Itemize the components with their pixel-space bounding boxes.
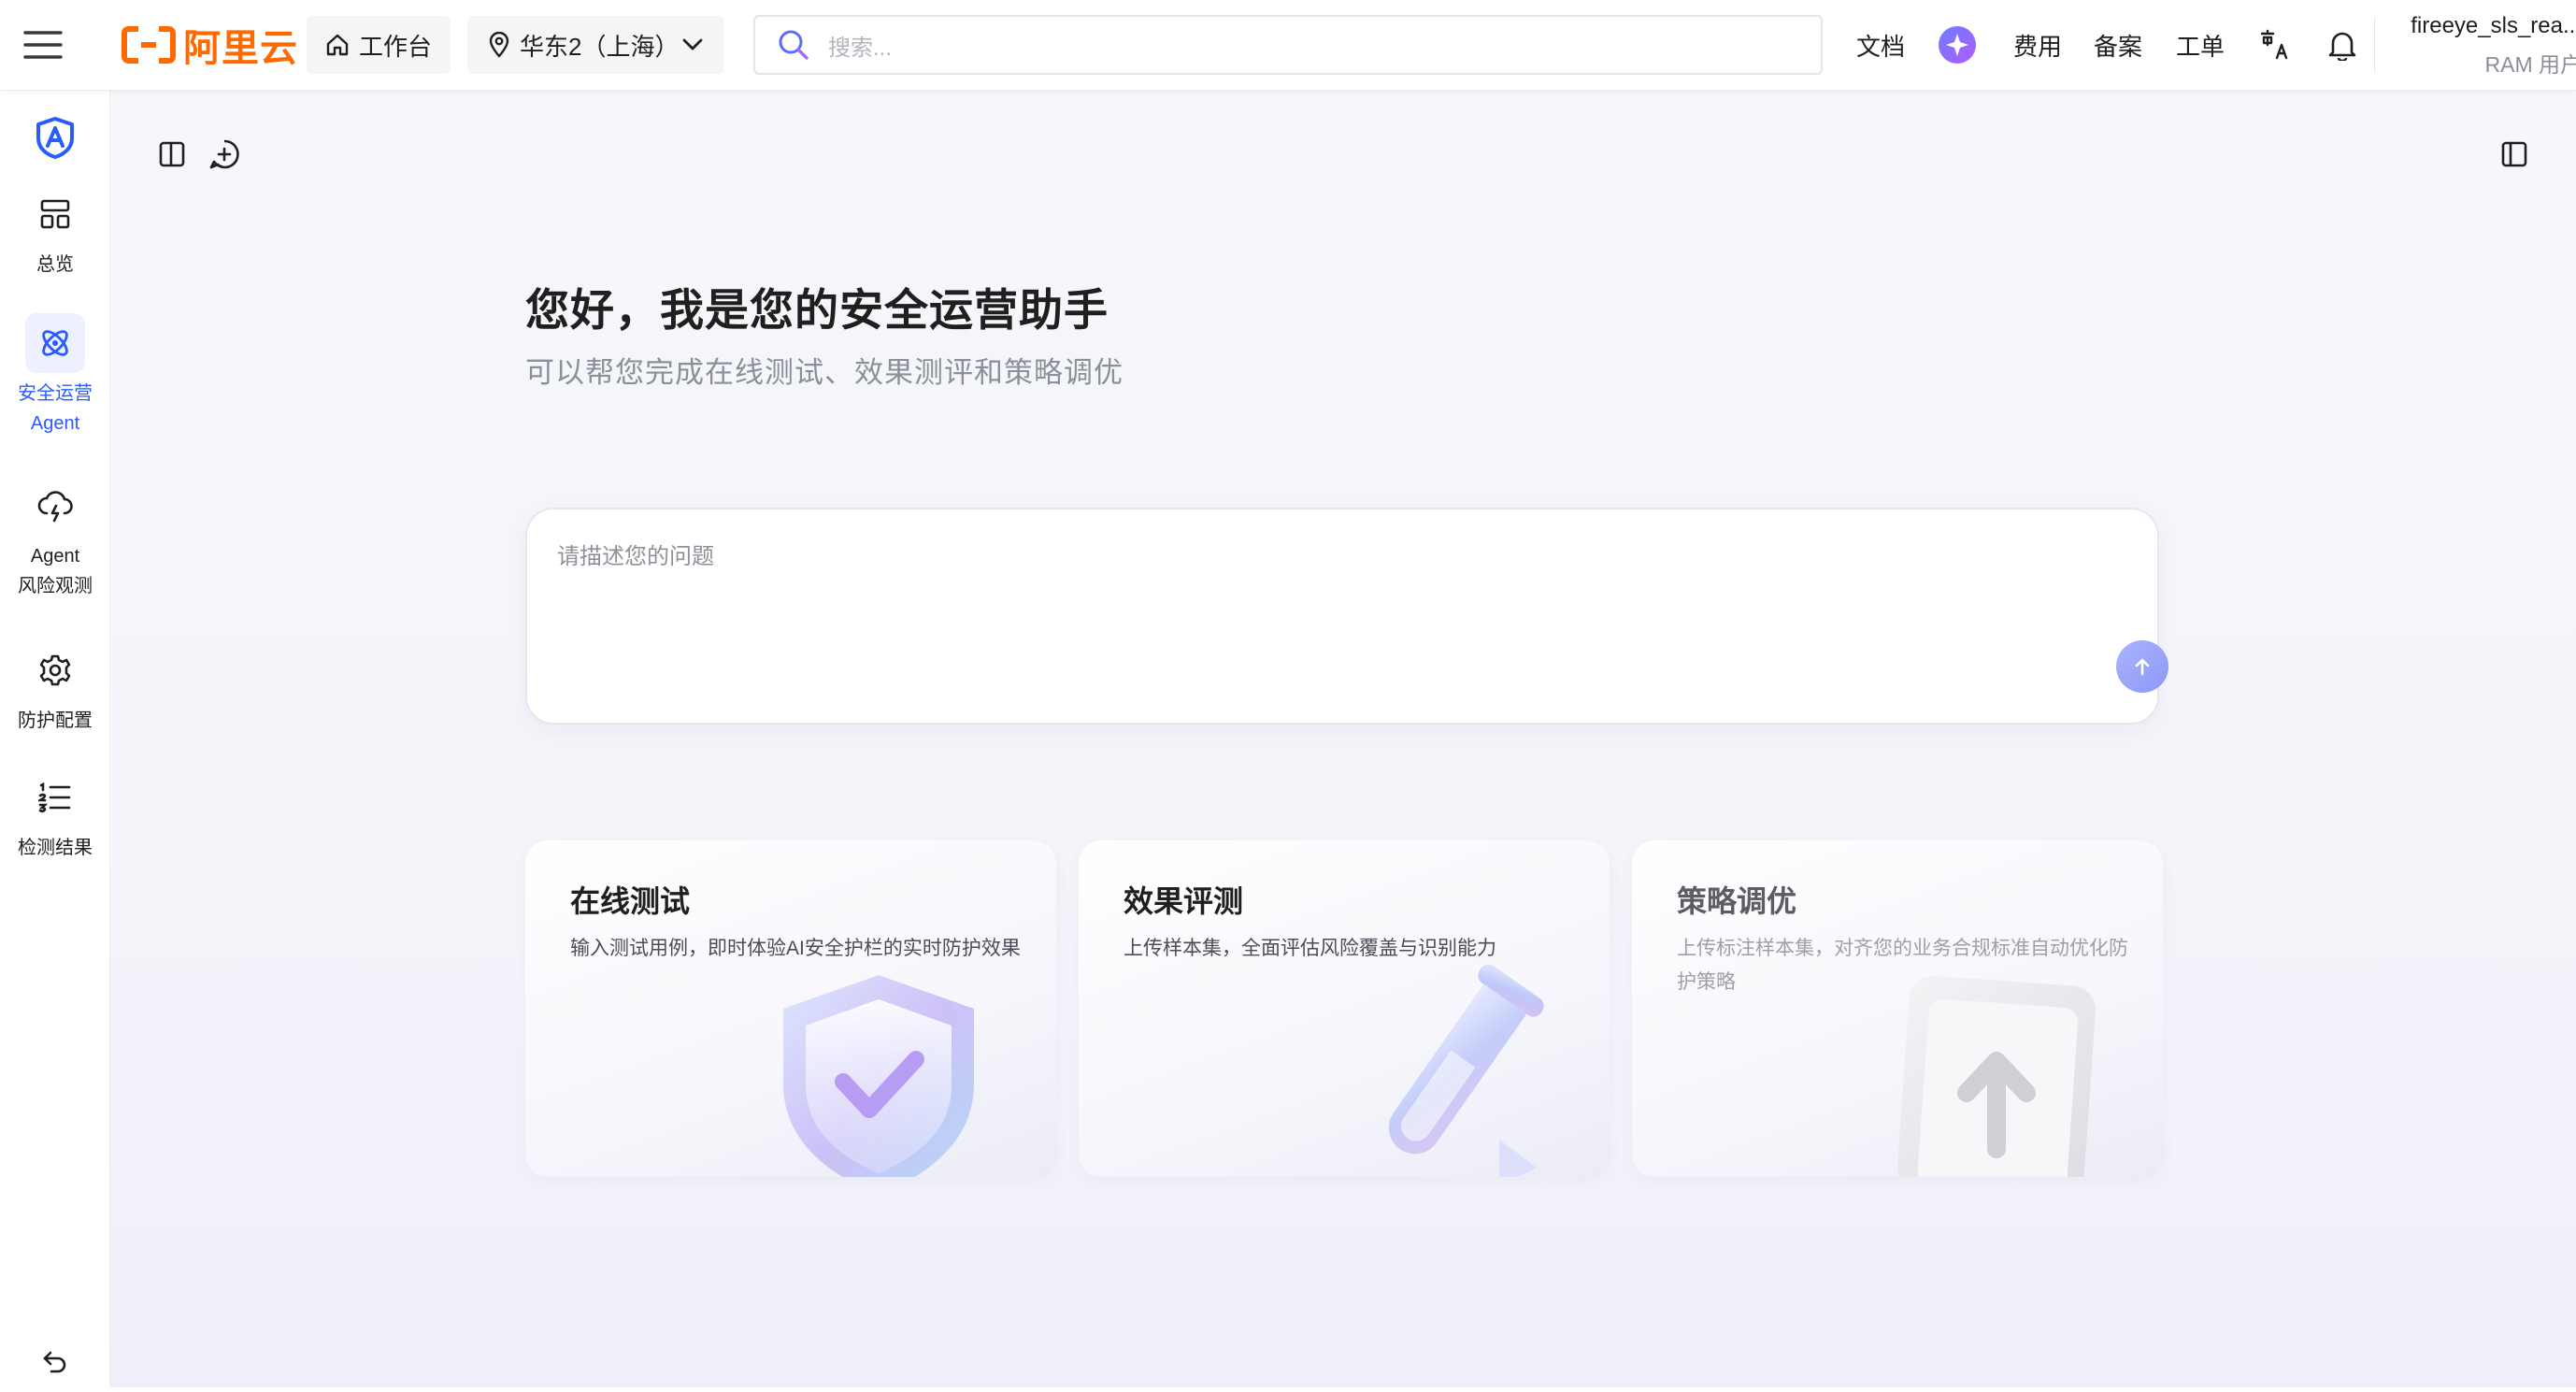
shield-check-icon	[757, 962, 1000, 1177]
label-line-1: Agent	[30, 546, 80, 567]
chat-input-box	[525, 508, 2168, 725]
sidebar-item-label: 检测结果	[18, 838, 93, 858]
topbar-divider	[2374, 17, 2375, 73]
sidebar-toggle-icon[interactable]	[151, 134, 193, 175]
back-button[interactable]	[0, 1332, 110, 1392]
left-sidebar: 总览 安全运营 Agent Agent 风险观测 防护配置 检测结果	[0, 91, 110, 1387]
sidebar-item-agent-risk-observation[interactable]: Agent 风险观测	[0, 476, 110, 601]
search-input[interactable]: 搜索...	[828, 29, 892, 62]
card-description: 上传样本集，全面评估风险覆盖与识别能力	[1123, 938, 1496, 959]
label-line-2: 风险观测	[18, 576, 93, 596]
language-translate-icon[interactable]	[2253, 22, 2297, 67]
sidebar-item-detection-results[interactable]: 检测结果	[0, 768, 110, 863]
docs-link[interactable]: 文档	[1856, 22, 1905, 67]
label-line-1: 安全运营	[18, 383, 93, 404]
aliyun-logo[interactable]: 阿里云	[122, 22, 298, 69]
home-icon	[325, 33, 350, 57]
right-panel-toggle-icon[interactable]	[2494, 134, 2535, 175]
sidebar-item-protection-config[interactable]: 防护配置	[0, 640, 110, 736]
product-logo[interactable]	[0, 108, 110, 167]
cloud-lightning-icon	[25, 476, 85, 536]
chevron-down-icon	[682, 38, 703, 51]
card-online-test[interactable]: 在线测试 输入测试用例，即时体验AI安全护栏的实时防护效果	[525, 840, 1056, 1177]
sidebar-item-security-ops-agent[interactable]: 安全运营 Agent	[0, 313, 110, 438]
question-input[interactable]	[557, 538, 2109, 650]
user-account-menu[interactable]: fireeye_sls_rea... RAM 用户	[2395, 13, 2576, 79]
user-name: fireeye_sls_rea...	[2411, 13, 2576, 38]
main-content: 您好，我是您的安全运营助手 可以帮您完成在线测试、效果测评和策略调优 在线测试 …	[110, 91, 2576, 1387]
sidebar-item-label: 防护配置	[18, 710, 93, 731]
top-navigation-bar: 阿里云 工作台 华东2（上海） 搜索... 文档 费用 备案 工单 fireey…	[0, 0, 2576, 91]
ticket-link[interactable]: 工单	[2176, 22, 2225, 67]
page-subtitle: 可以帮您完成在线测试、效果测评和策略调优	[525, 356, 1123, 389]
sidebar-item-overview[interactable]: 总览	[0, 184, 110, 280]
label-line-2: Agent	[30, 413, 80, 434]
atom-agent-icon	[25, 313, 85, 373]
gear-icon	[25, 640, 85, 700]
billing-link[interactable]: 费用	[2013, 22, 2062, 67]
sidebar-item-label: 安全运营 Agent	[18, 379, 93, 438]
undo-arrow-icon	[25, 1332, 85, 1392]
icp-filing-link[interactable]: 备案	[2094, 22, 2142, 67]
card-title: 在线测试	[570, 884, 691, 918]
region-selector[interactable]: 华东2（上海）	[467, 16, 723, 74]
new-chat-icon[interactable]	[204, 134, 245, 175]
card-description: 输入测试用例，即时体验AI安全护栏的实时防护效果	[570, 938, 1021, 959]
workbench-label: 工作台	[359, 32, 433, 61]
location-pin-icon	[488, 32, 510, 58]
card-title: 策略调优	[1677, 884, 1797, 918]
region-label: 华东2（上海）	[520, 32, 680, 61]
global-search[interactable]: 搜索...	[753, 15, 1823, 75]
page-title: 您好，我是您的安全运营助手	[525, 285, 1109, 335]
test-tube-icon	[1312, 953, 1593, 1177]
search-icon	[778, 29, 809, 61]
workbench-button[interactable]: 工作台	[307, 16, 451, 74]
ai-guardrail-shield-icon	[25, 108, 85, 167]
arrow-up-icon	[2132, 656, 2153, 677]
card-strategy-tuning[interactable]: 策略调优 上传标注样本集，对齐您的业务合规标准自动优化防护策略	[1632, 840, 2163, 1177]
sidebar-item-label: 总览	[36, 254, 74, 275]
dashboard-layout-icon	[25, 184, 85, 244]
ordered-list-icon	[25, 768, 85, 827]
aliyun-logo-mark-icon	[122, 26, 176, 64]
ai-assistant-icon[interactable]	[1935, 22, 1980, 67]
card-description: 上传标注样本集，对齐您的业务合规标准自动优化防护策略	[1677, 938, 2128, 993]
hamburger-menu-icon[interactable]	[21, 24, 65, 65]
brand-name: 阿里云	[183, 28, 298, 69]
user-role: RAM 用户	[2484, 52, 2576, 77]
notification-bell-icon[interactable]	[2320, 22, 2365, 67]
sidebar-item-label: Agent 风险观测	[18, 541, 93, 601]
send-button[interactable]	[2116, 640, 2168, 693]
card-effect-evaluation[interactable]: 效果评测 上传样本集，全面评估风险覆盖与识别能力	[1079, 840, 1610, 1177]
card-title: 效果评测	[1123, 884, 1244, 918]
